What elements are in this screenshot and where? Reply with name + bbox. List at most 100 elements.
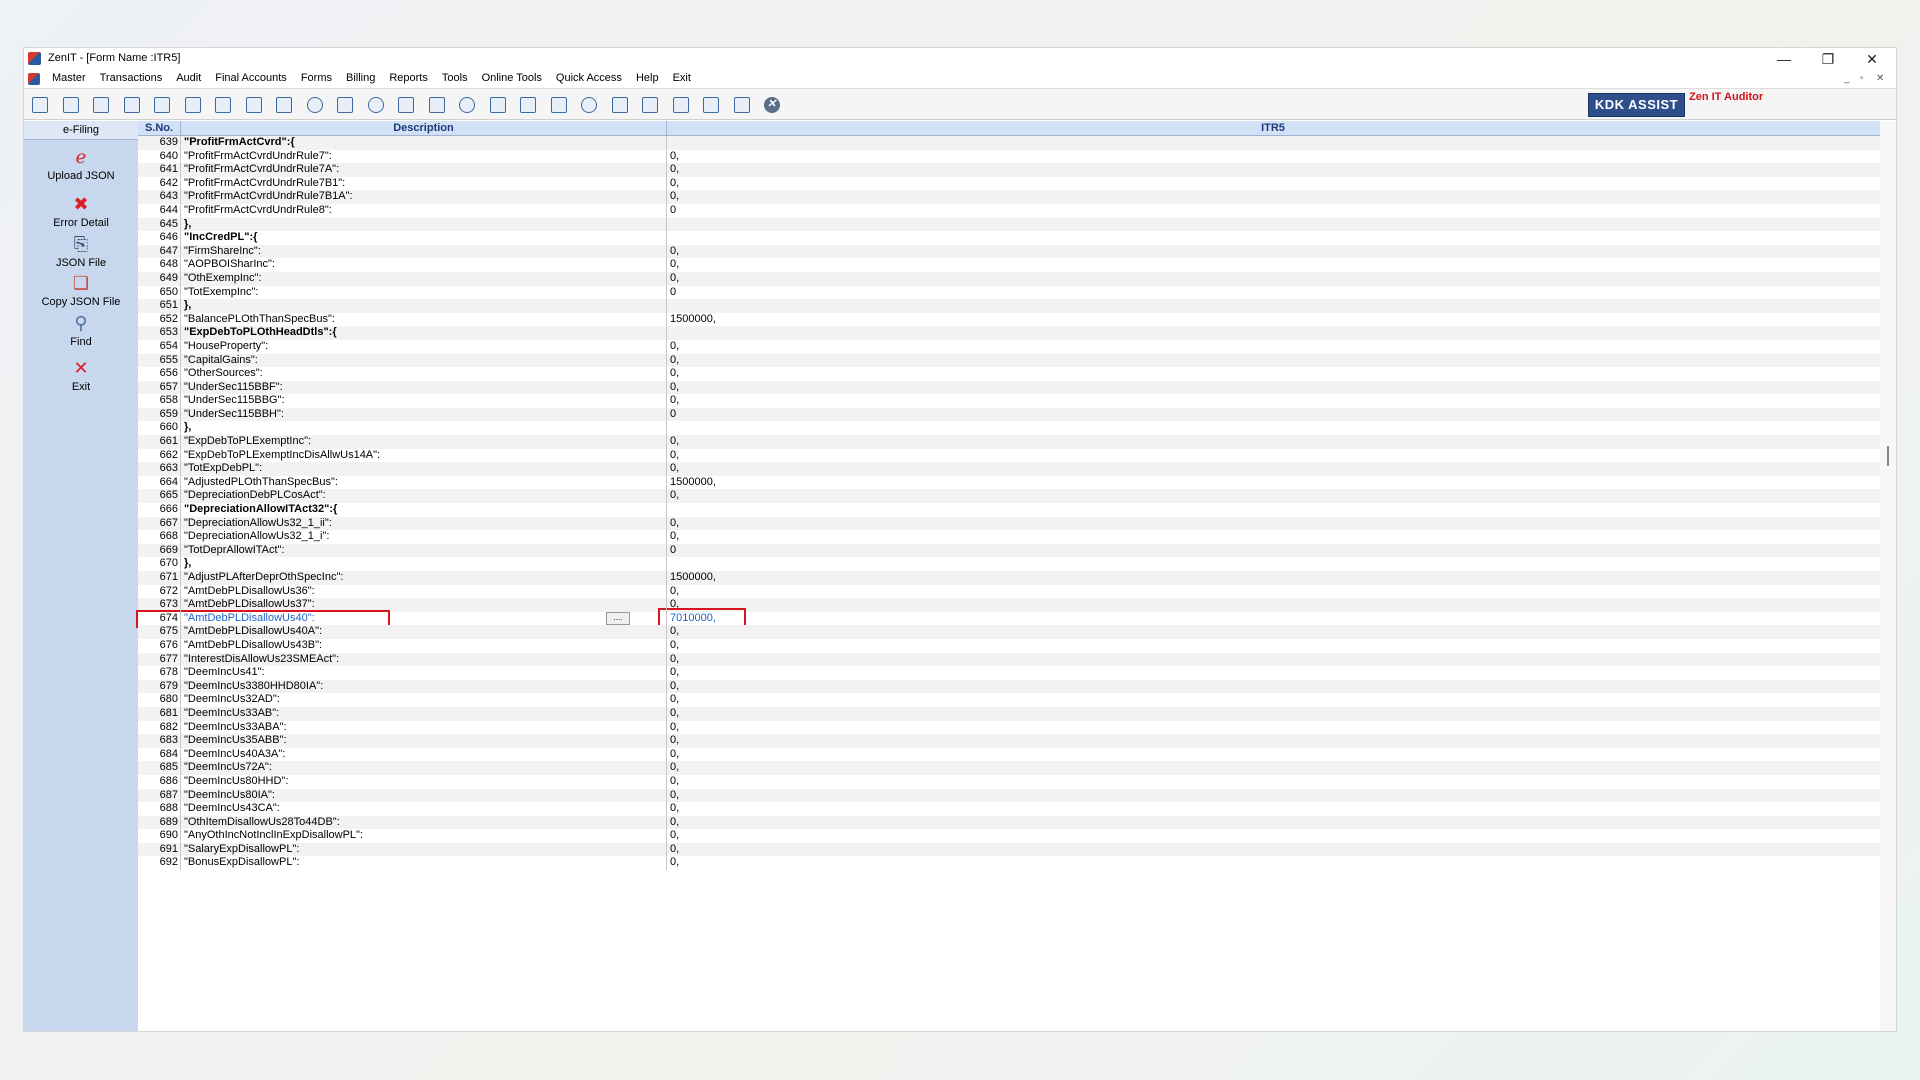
row-value[interactable]: 0,: [670, 462, 679, 476]
table-row[interactable]: 648 "AOPBOISharInc": 0,: [138, 258, 1880, 272]
row-value[interactable]: 0,: [670, 340, 679, 354]
menu-item-forms[interactable]: Forms: [301, 72, 339, 84]
row-value[interactable]: 0,: [670, 435, 679, 449]
table-row[interactable]: 686 "DeemIncUs80HHD": 0,: [138, 775, 1880, 789]
table-row[interactable]: 639 "ProfitFrmActCvrd":{: [138, 136, 1880, 150]
column-header-sno[interactable]: S.No.: [138, 121, 181, 135]
menu-item-final-accounts[interactable]: Final Accounts: [215, 72, 294, 84]
table-row[interactable]: 670},: [138, 557, 1880, 571]
row-value[interactable]: 0,: [670, 707, 679, 721]
menu-item-online-tools[interactable]: Online Tools: [482, 72, 549, 84]
table-row[interactable]: 643 "ProfitFrmActCvrdUndrRule7B1A": 0,: [138, 190, 1880, 204]
row-value[interactable]: 0,: [670, 381, 679, 395]
toolbar-export-button[interactable]: [516, 94, 542, 116]
sidebar-upload-json-button[interactable]: ℯ Upload JSON: [24, 147, 138, 182]
row-value[interactable]: 0: [670, 408, 676, 422]
table-row[interactable]: 658 "UnderSec115BBG": 0,: [138, 394, 1880, 408]
sidebar-find-button[interactable]: ⚲ Find: [24, 313, 138, 348]
sidebar-error-detail-button[interactable]: ✖ Error Detail: [24, 194, 138, 229]
table-row[interactable]: 663 "TotExpDebPL": 0,: [138, 462, 1880, 476]
row-value[interactable]: 0,: [670, 258, 679, 272]
sidebar-copy-json-file-button[interactable]: ❏ Copy JSON File: [24, 273, 138, 308]
toolbar-report-button[interactable]: [730, 94, 756, 116]
toolbar-copy-button[interactable]: [608, 94, 634, 116]
toolbar-grid-button[interactable]: [89, 94, 115, 116]
table-row[interactable]: 684 "DeemIncUs40A3A": 0,: [138, 748, 1880, 762]
mdi-minimize-button[interactable]: _: [1844, 73, 1850, 84]
row-value[interactable]: 0,: [670, 394, 679, 408]
row-value[interactable]: 0,: [670, 367, 679, 381]
menu-item-exit[interactable]: Exit: [673, 72, 698, 84]
row-value[interactable]: 0,: [670, 517, 679, 531]
toolbar-gift-button[interactable]: [150, 94, 176, 116]
table-row[interactable]: 675 "AmtDebPLDisallowUs40A": 0,: [138, 625, 1880, 639]
row-value[interactable]: 0: [670, 286, 676, 300]
table-row[interactable]: 689 "OthItemDisallowUs28To44DB": 0,: [138, 815, 1880, 830]
row-value[interactable]: 0,: [670, 625, 679, 639]
table-row[interactable]: 692 "BonusExpDisallowPL": 0,: [138, 856, 1880, 870]
table-row[interactable]: 683 "DeemIncUs35ABB": 0,: [138, 734, 1880, 748]
sidebar-exit-button[interactable]: ✕ Exit: [24, 358, 138, 393]
scroll-thumb[interactable]: [1887, 446, 1889, 466]
toolbar-bs-button[interactable]: [638, 94, 664, 116]
table-row[interactable]: 678 "DeemIncUs41": 0,: [138, 666, 1880, 680]
table-row[interactable]: 646 "IncCredPL":{: [138, 231, 1880, 245]
table-row[interactable]: 642 "ProfitFrmActCvrdUndrRule7B1": 0,: [138, 177, 1880, 191]
mdi-close-button[interactable]: ✕: [1876, 73, 1884, 84]
table-row[interactable]: 656 "OtherSources": 0,: [138, 367, 1880, 381]
menu-item-transactions[interactable]: Transactions: [100, 72, 170, 84]
table-row[interactable]: 680 "DeemIncUs32AD": 0,: [138, 693, 1880, 707]
toolbar-close-button[interactable]: [760, 94, 786, 116]
toolbar-calendar-button[interactable]: [547, 94, 573, 116]
row-value[interactable]: 1500000,: [670, 476, 716, 490]
table-row[interactable]: 655 "CapitalGains": 0,: [138, 353, 1880, 368]
table-row[interactable]: 668 "DepreciationAllowUs32_1_i": 0,: [138, 530, 1880, 544]
table-row[interactable]: 682 "DeemIncUs33ABA": 0,: [138, 721, 1880, 735]
toolbar-pay-button[interactable]: [394, 94, 420, 116]
row-value[interactable]: 0,: [670, 802, 679, 816]
toolbar-filter-button[interactable]: [242, 94, 268, 116]
toolbar-record-button[interactable]: [303, 94, 329, 116]
menu-item-billing[interactable]: Billing: [346, 72, 382, 84]
table-row[interactable]: 654 "HouseProperty": 0,: [138, 340, 1880, 354]
toolbar-pie-button[interactable]: [364, 94, 390, 116]
table-row[interactable]: 659 "UnderSec115BBH": 0: [138, 407, 1880, 422]
toolbar-table-button[interactable]: [486, 94, 512, 116]
table-row[interactable]: 674 "AmtDebPLDisallowUs40": 7010000,....: [136, 607, 1880, 630]
row-value[interactable]: 0,: [670, 190, 679, 204]
table-row[interactable]: 665 "DepreciationDebPLCosAct": 0,: [138, 489, 1880, 504]
table-row[interactable]: 657 "UnderSec115BBF": 0,: [138, 380, 1880, 395]
table-row[interactable]: 676 "AmtDebPLDisallowUs43B": 0,: [138, 639, 1880, 653]
row-value[interactable]: 0,: [670, 693, 679, 707]
row-value[interactable]: 0,: [670, 856, 679, 870]
table-row[interactable]: 690 "AnyOthIncNotInclInExpDisallowPL": 0,: [138, 829, 1880, 843]
row-value[interactable]: 1500000,: [670, 571, 716, 585]
toolbar-info-button[interactable]: [455, 94, 481, 116]
toolbar-users-button[interactable]: [181, 94, 207, 116]
menu-item-master[interactable]: Master: [52, 72, 93, 84]
menu-item-tools[interactable]: Tools: [442, 72, 475, 84]
menu-item-reports[interactable]: Reports: [389, 72, 435, 84]
table-row[interactable]: 641 "ProfitFrmActCvrdUndrRule7A": 0,: [138, 163, 1880, 177]
table-row[interactable]: 669 "TotDeprAllowITAct": 0: [138, 543, 1880, 558]
table-row[interactable]: 691 "SalaryExpDisallowPL": 0,: [138, 842, 1880, 857]
row-value[interactable]: 0,: [670, 245, 679, 259]
table-row[interactable]: 667 "DepreciationAllowUs32_1_ii": 0,: [138, 516, 1880, 531]
menu-item-quick-access[interactable]: Quick Access: [556, 72, 629, 84]
row-value[interactable]: 0,: [670, 816, 679, 830]
toolbar-home-button[interactable]: [59, 94, 85, 116]
row-value[interactable]: 0,: [670, 163, 679, 177]
toolbar-tag-button[interactable]: [211, 94, 237, 116]
table-row[interactable]: 650 "TotExempInc": 0: [138, 286, 1880, 300]
table-row[interactable]: 687 "DeemIncUs80IA": 0,: [138, 788, 1880, 803]
zen-it-auditor-label[interactable]: Zen IT Auditor: [1689, 91, 1763, 103]
toolbar-book-button[interactable]: [425, 94, 451, 116]
table-row[interactable]: 652 "BalancePLOthThanSpecBus": 1500000,: [138, 313, 1880, 327]
table-row[interactable]: 640 "ProfitFrmActCvrdUndrRule7": 0,: [138, 150, 1880, 164]
row-value[interactable]: 0,: [670, 666, 679, 680]
table-row[interactable]: 649 "OthExempInc": 0,: [138, 271, 1880, 286]
table-row[interactable]: 672 "AmtDebPLDisallowUs36": 0,: [138, 585, 1880, 599]
sidebar-json-file-button[interactable]: ⎘ JSON File: [24, 234, 138, 269]
row-value[interactable]: 0,: [670, 354, 679, 368]
table-row[interactable]: 647 "FirmShareInc": 0,: [138, 244, 1880, 259]
